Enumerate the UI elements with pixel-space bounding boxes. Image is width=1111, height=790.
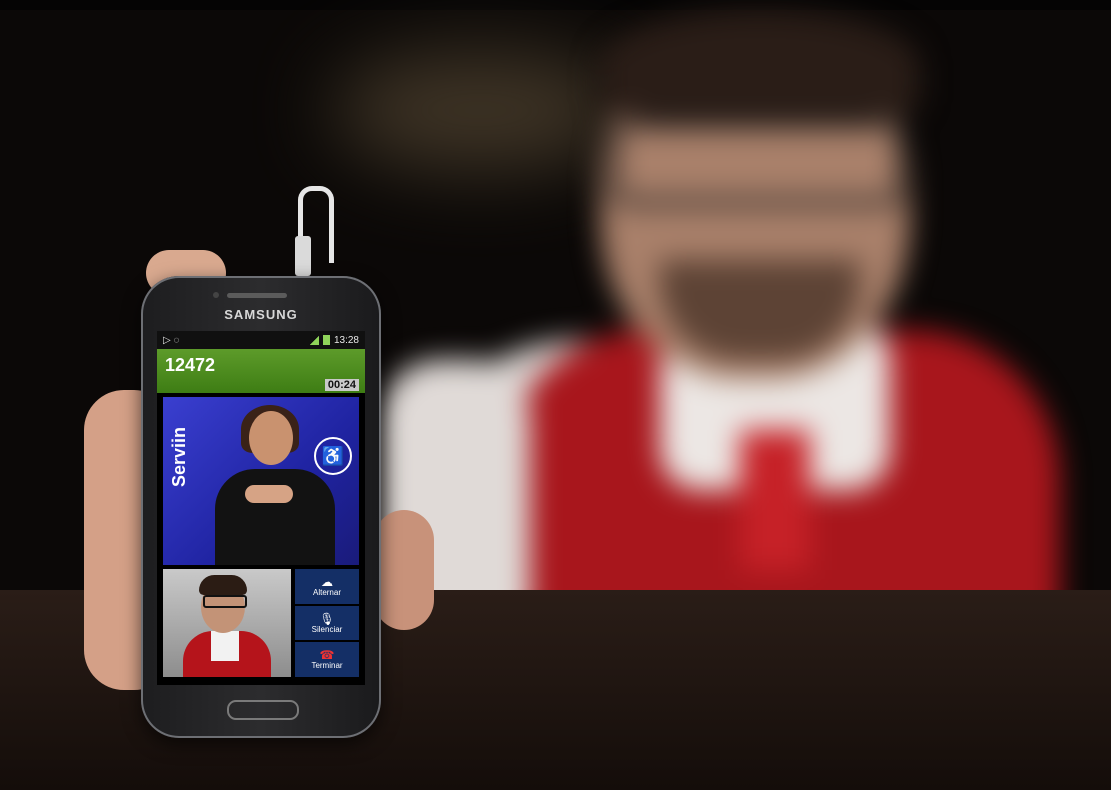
call-number: 12472: [165, 355, 216, 375]
fingers: [374, 510, 434, 630]
self-glasses: [203, 595, 247, 608]
mute-button[interactable]: 🎙 Silenciar: [295, 605, 359, 641]
photo-scene: SAMSUNG ▷ ◌ 13:28 12472 00:24 Serviin ♿ …: [0, 0, 1111, 790]
home-button[interactable]: [227, 700, 299, 720]
status-bar: ▷ ◌ 13:28: [157, 331, 365, 349]
switch-camera-button[interactable]: ☁ Alternar: [295, 569, 359, 604]
service-label: Serviin: [169, 427, 189, 488]
interpreter-body: [215, 469, 335, 565]
person-glasses: [610, 120, 906, 206]
end-call-button[interactable]: ☎ Terminar: [295, 642, 359, 678]
self-collar: [211, 631, 239, 661]
interpreter-hand: [245, 485, 293, 503]
self-hair: [199, 575, 247, 595]
status-left-icons: ▷ ◌: [163, 334, 180, 346]
end-call-label: Terminar: [311, 661, 343, 671]
status-time: 13:28: [333, 334, 359, 346]
status-right: 13:28: [308, 334, 359, 346]
switch-camera-label: Alternar: [312, 587, 341, 597]
accessibility-icon[interactable]: ♿: [314, 437, 352, 475]
person-tie: [740, 430, 810, 570]
end-call-icon: ☎: [319, 648, 335, 663]
front-camera: [213, 292, 219, 298]
person-hair: [600, 10, 920, 120]
brand-logo: SAMSUNG: [224, 307, 298, 322]
earpiece-speaker: [227, 293, 287, 298]
call-header: 12472 00:24: [157, 349, 365, 393]
signal-icon: [308, 335, 319, 345]
interpreter-face: [249, 411, 293, 465]
phone-screen: ▷ ◌ 13:28 12472 00:24 Serviin ♿ ☁ Altern…: [157, 331, 365, 685]
battery-icon: [322, 335, 330, 345]
microphone-icon: 🎙: [319, 611, 335, 626]
call-controls: ☁ Alternar 🎙 Silenciar ☎ Terminar: [295, 569, 359, 678]
self-video: [163, 569, 291, 677]
mute-label: Silenciar: [311, 624, 343, 634]
camera-switch-icon: ☁: [321, 574, 333, 589]
call-timer: 00:24: [324, 379, 359, 391]
remote-video: Serviin ♿: [163, 397, 359, 565]
earphone-plug: [295, 236, 311, 276]
smartphone: SAMSUNG ▷ ◌ 13:28 12472 00:24 Serviin ♿ …: [141, 276, 381, 738]
